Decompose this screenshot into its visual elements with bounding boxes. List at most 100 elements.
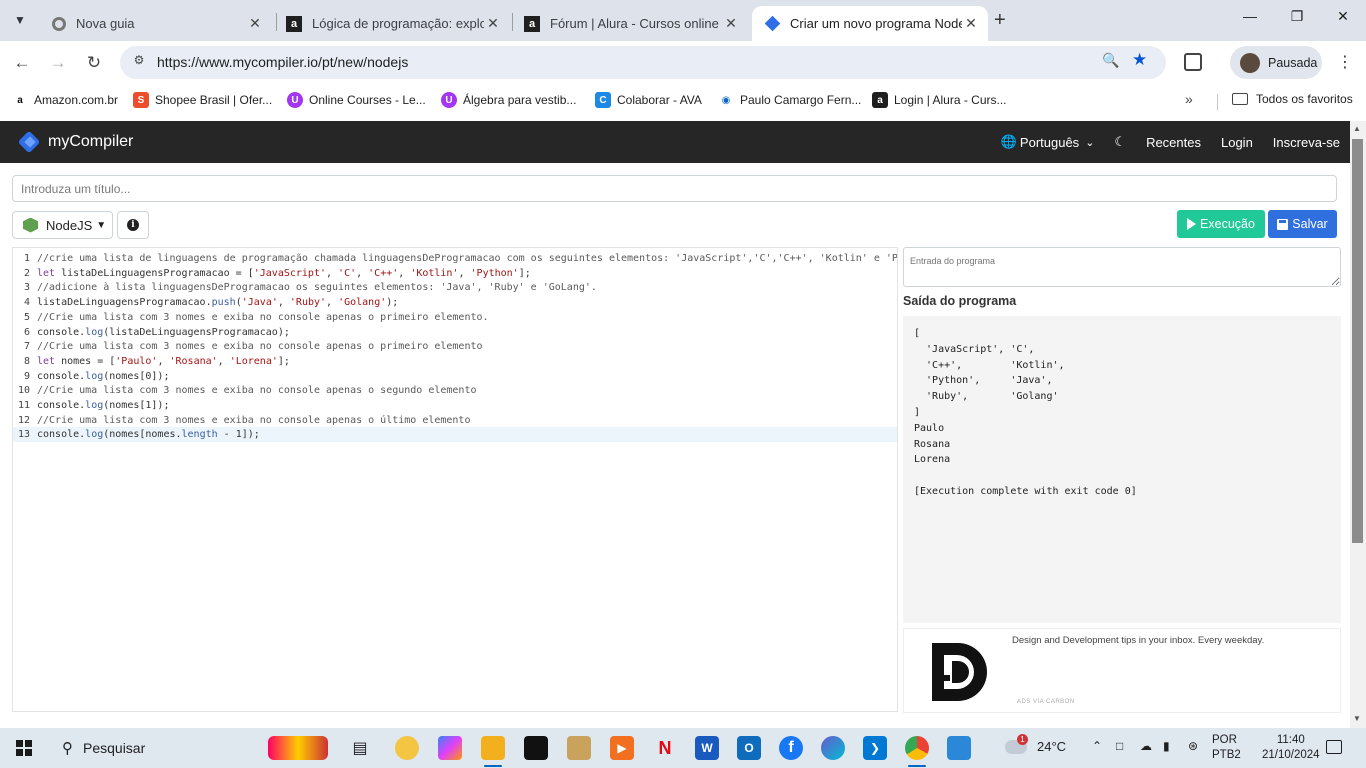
books-icon[interactable] <box>567 736 591 760</box>
bookmark-colaborar[interactable]: C Colaborar - AVA <box>595 92 702 108</box>
carbon-ad[interactable]: Design and Development tips in your inbo… <box>903 628 1341 713</box>
bookmark-shopee[interactable]: S Shopee Brasil | Ofer... <box>133 92 272 108</box>
ad-via[interactable]: ADS VIA CARBON <box>1017 699 1075 705</box>
nav-signup[interactable]: Inscreva-se <box>1273 135 1340 150</box>
windows-start-icon[interactable] <box>16 740 32 756</box>
word-icon[interactable]: W <box>695 736 719 760</box>
close-window-icon[interactable]: ✕ <box>1331 8 1355 25</box>
phone-link-icon[interactable]: □ <box>1116 739 1123 753</box>
media-player-icon[interactable]: ▶ <box>610 736 634 760</box>
bookmark-paulo[interactable]: ◉ Paulo Camargo Fern... <box>718 92 862 108</box>
teams-icon[interactable] <box>821 736 845 760</box>
code-line[interactable]: 6 console.log(listaDeLinguagensProgramaca… <box>13 325 897 340</box>
site-logo[interactable]: myCompiler <box>18 131 133 153</box>
outlook-icon[interactable]: O <box>737 736 761 760</box>
scroll-up-icon[interactable]: ▲ <box>1353 124 1361 133</box>
chrome-taskbar-icon[interactable] <box>905 736 929 760</box>
forward-icon[interactable]: → <box>47 53 69 73</box>
chevron-up-icon[interactable]: ⌃ <box>1092 739 1102 753</box>
all-bookmarks-folder[interactable]: Todos os favoritos <box>1232 92 1353 106</box>
input-language[interactable]: POR PTB2 <box>1212 733 1241 763</box>
reload-icon[interactable]: ↻ <box>83 53 105 73</box>
tab-search-button[interactable]: ▼ <box>6 6 34 34</box>
save-button[interactable]: Salvar <box>1268 210 1337 238</box>
code-line[interactable]: 5 //Crie uma lista com 3 nomes e exiba no… <box>13 310 897 325</box>
close-tab-icon[interactable]: ✕ <box>484 15 502 32</box>
battery-icon[interactable]: ▮ <box>1163 739 1170 753</box>
program-title-input[interactable] <box>12 175 1337 202</box>
run-button[interactable]: Execução <box>1177 210 1265 238</box>
code-text: console.log(nomes[1]); <box>37 400 170 411</box>
bookmark-online-courses[interactable]: U Online Courses - Le... <box>287 92 426 108</box>
tab-logica[interactable]: a Lógica de programação: explore ✕ <box>274 6 510 41</box>
page-scrollbar[interactable]: ▲ ▼ <box>1350 121 1366 728</box>
code-line[interactable]: 8 let nomes = ['Paulo', 'Rosana', 'Lorena… <box>13 354 897 369</box>
site-settings-icon[interactable]: ⚙ <box>128 53 150 73</box>
scroll-down-icon[interactable]: ▼ <box>1353 714 1361 723</box>
moon-icon: ☾ <box>1114 134 1127 149</box>
weather-icon: 1 <box>1005 733 1028 754</box>
menu-icon[interactable]: ⋮ <box>1337 52 1353 72</box>
bookmark-algebra[interactable]: U Álgebra para vestib... <box>441 92 576 108</box>
task-view-icon[interactable]: ▤ <box>348 736 372 760</box>
facebook-icon[interactable]: f <box>779 736 803 760</box>
new-tab-icon[interactable]: + <box>994 9 1006 32</box>
back-icon[interactable]: ← <box>11 53 33 73</box>
dark-mode-toggle[interactable]: ☾ <box>1114 134 1126 150</box>
code-line[interactable]: 11 console.log(nomes[1]); <box>13 398 897 413</box>
code-text: console.log(nomes[0]); <box>37 370 170 382</box>
netflix-icon[interactable]: N <box>653 736 677 760</box>
kindle-icon[interactable] <box>524 736 548 760</box>
weather-widget[interactable]: 1 24°C <box>1005 733 1066 754</box>
code-line[interactable]: 13 console.log(nomes[nomes.length - 1]); <box>13 427 897 443</box>
zoom-icon[interactable]: 🔍 <box>1102 52 1119 69</box>
code-line[interactable]: 12 //Crie uma lista com 3 nomes e exiba n… <box>13 413 897 428</box>
code-editor[interactable]: 1 //crie uma lista de linguagens de progr… <box>12 247 898 712</box>
more-bookmarks-icon[interactable]: » <box>1185 91 1193 107</box>
bookmark-amazon[interactable]: a Amazon.com.br <box>12 92 118 108</box>
tab-nova-guia[interactable]: Nova guia ✕ <box>40 6 272 41</box>
restore-icon[interactable]: ❐ <box>1285 8 1309 25</box>
bookmark-star-icon[interactable]: ★ <box>1132 50 1147 70</box>
language-select[interactable]: NodeJS ▼ <box>12 211 113 239</box>
nav-recent[interactable]: Recentes <box>1146 135 1201 150</box>
wifi-icon[interactable]: ⊛ <box>1188 739 1198 753</box>
extensions-icon[interactable] <box>1184 53 1202 71</box>
code-line[interactable]: 1 //crie uma lista de linguagens de progr… <box>13 251 897 266</box>
tab-mycompiler-active[interactable]: Criar um novo programa NodeJ ✕ <box>752 6 988 41</box>
tab-forum[interactable]: a Fórum | Alura - Cursos online de ✕ <box>512 6 748 41</box>
onedrive-icon[interactable]: ☁ <box>1140 739 1152 753</box>
address-bar[interactable]: ⚙ https://www.mycompiler.io/pt/new/nodej… <box>120 46 1166 79</box>
code-line[interactable]: 2 let listaDeLinguagensProgramacao = ['Ja… <box>13 266 897 281</box>
code-text: //Crie uma lista com 3 nomes e exiba no … <box>37 311 489 323</box>
search-highlight-icon[interactable] <box>268 736 328 760</box>
language-selector[interactable]: 🌐 Português ⌄ <box>1001 134 1095 150</box>
program-input[interactable] <box>903 247 1341 287</box>
udemy-icon: U <box>287 92 303 108</box>
photos-icon[interactable] <box>947 736 971 760</box>
code-line[interactable]: 7 //Crie uma lista com 3 nomes e exiba no… <box>13 339 897 354</box>
emoji-app-icon[interactable] <box>395 736 419 760</box>
vscode-icon[interactable]: ❯ <box>863 736 887 760</box>
close-tab-icon[interactable]: ✕ <box>246 15 264 32</box>
code-line[interactable]: 10 //Crie uma lista com 3 nomes e exiba n… <box>13 383 897 398</box>
code-text: console.log(nomes[nomes.length - 1]); <box>37 429 260 441</box>
nav-login[interactable]: Login <box>1221 135 1253 150</box>
copilot-icon[interactable] <box>438 736 462 760</box>
file-explorer-icon[interactable] <box>481 736 505 760</box>
close-tab-icon[interactable]: ✕ <box>962 15 980 32</box>
minimize-icon[interactable]: — <box>1238 8 1262 24</box>
alura-icon: a <box>872 92 888 108</box>
code-line[interactable]: 3 //adicione à lista linguagensDePrograma… <box>13 280 897 295</box>
code-line[interactable]: 4 listaDeLinguagensProgramacao.push('Java… <box>13 295 897 310</box>
code-text: //adicione à lista linguagensDeProgramac… <box>37 282 597 294</box>
url-text[interactable]: https://www.mycompiler.io/pt/new/nodejs <box>157 54 408 70</box>
profile-button[interactable]: Pausada <box>1230 46 1322 79</box>
notifications-icon[interactable] <box>1326 740 1342 754</box>
info-button[interactable]: i <box>117 211 149 239</box>
code-line[interactable]: 9 console.log(nomes[0]); <box>13 369 897 384</box>
scrollbar-thumb[interactable] <box>1352 139 1363 543</box>
close-tab-icon[interactable]: ✕ <box>722 15 740 32</box>
bookmark-alura-login[interactable]: a Login | Alura - Curs... <box>872 92 1007 108</box>
clock[interactable]: 11:40 21/10/2024 <box>1262 733 1320 763</box>
